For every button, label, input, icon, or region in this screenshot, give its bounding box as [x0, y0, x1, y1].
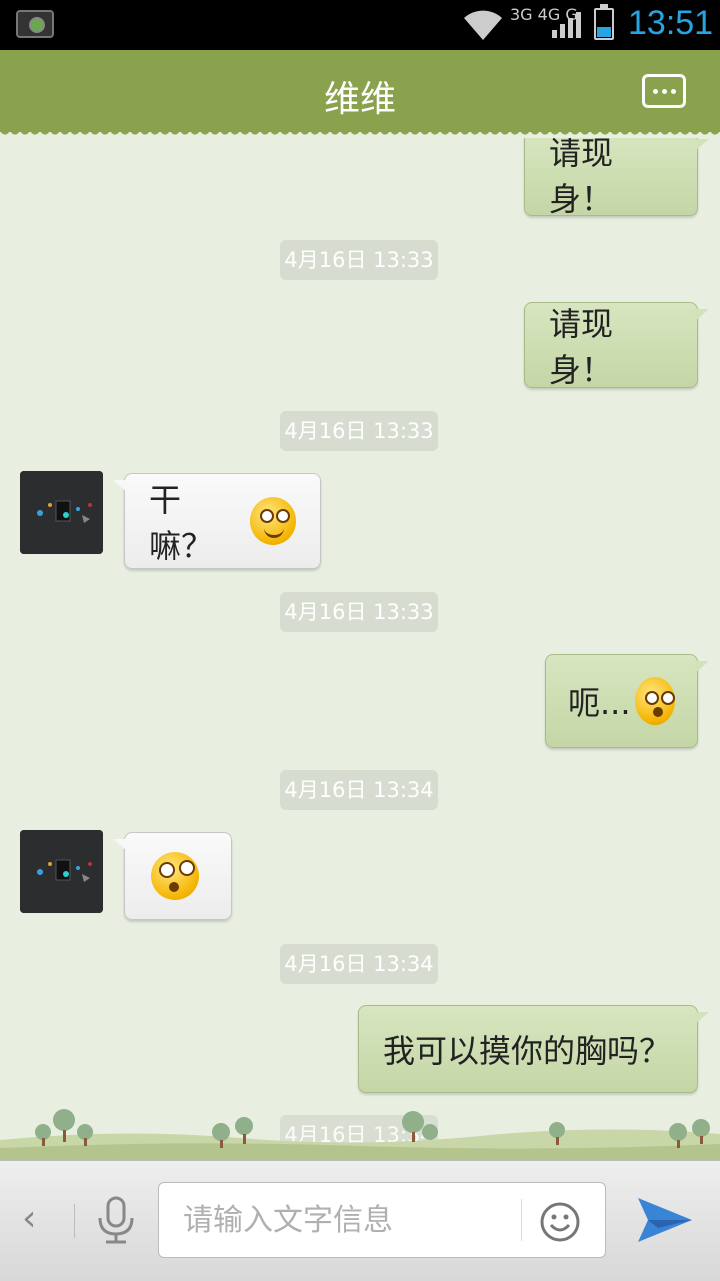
message-timestamp: 4月16日 13:33 — [280, 592, 438, 632]
message-text: 请现身！ — [549, 138, 614, 218]
message-bubble-outgoing[interactable]: 我可以摸你的胸吗？ — [358, 1005, 709, 1093]
send-icon[interactable] — [636, 1194, 694, 1246]
message-text: 请现身！ — [549, 305, 614, 389]
message-text: 干嘛？ — [149, 481, 214, 565]
title-bar-edge — [0, 130, 720, 138]
more-button[interactable] — [642, 74, 686, 108]
status-time: 13:51 — [628, 4, 714, 42]
screenshot-icon — [16, 10, 54, 38]
message-timestamp: 4月16日 13:33 — [280, 411, 438, 451]
more-dots-icon — [652, 88, 658, 94]
message-bubble-incoming[interactable] — [113, 832, 232, 920]
message-bubble-outgoing[interactable]: 请现身！ — [524, 302, 709, 389]
avatar[interactable] — [20, 471, 103, 554]
angry-emoji-icon — [634, 677, 675, 725]
message-input-box[interactable] — [158, 1182, 606, 1258]
landscape-decoration — [0, 1109, 720, 1160]
microphone-icon[interactable] — [96, 1196, 136, 1246]
wifi-icon — [464, 10, 502, 40]
signal-icon — [552, 12, 581, 38]
message-bubble-outgoing[interactable]: 请现身！ — [524, 138, 709, 218]
battery-icon — [594, 4, 614, 40]
divider — [521, 1199, 522, 1241]
message-text: 呃... — [568, 684, 631, 722]
message-bubble-incoming[interactable]: 干嘛？ — [113, 473, 321, 569]
avatar-image — [20, 830, 103, 913]
avatar-image — [20, 471, 103, 554]
message-bubble-outgoing[interactable]: 呃... — [545, 654, 709, 748]
page-title: 维维 — [323, 79, 396, 120]
message-timestamp: 4月16日 13:34 — [280, 770, 438, 810]
message-timestamp: 4月16日 13:33 — [280, 240, 438, 280]
message-timestamp: 4月16日 13:34 — [280, 944, 438, 984]
back-button[interactable]: ‹ — [22, 1198, 36, 1239]
smile-emoji-icon — [249, 497, 296, 545]
message-input[interactable] — [159, 1183, 519, 1257]
avatar[interactable] — [20, 830, 103, 913]
status-bar: 3G 4G G 13:51 — [0, 0, 720, 50]
divider — [74, 1204, 75, 1238]
message-text: 我可以摸你的胸吗？ — [383, 1032, 672, 1070]
chat-area[interactable]: 请现身！ 4月16日 13:33 请现身！ 4月16日 13:33 干嘛？ 4月… — [0, 138, 720, 1160]
emoji-picker-icon[interactable] — [539, 1201, 581, 1243]
surprised-emoji-icon — [151, 852, 199, 900]
